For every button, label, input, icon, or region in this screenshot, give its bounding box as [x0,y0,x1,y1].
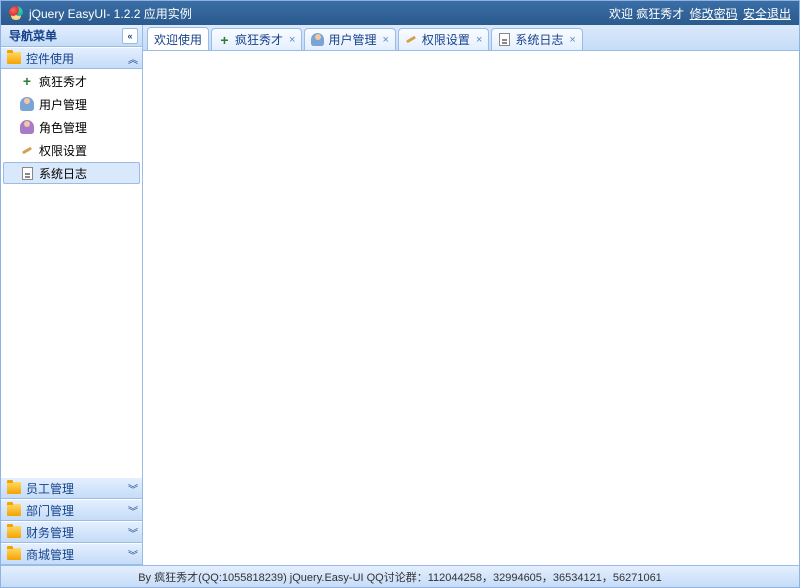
header-bar: jQuery EasyUI- 1.2.2 应用实例 欢迎 疯狂秀才 修改密码 安… [1,1,799,25]
accordion: 控件使用 ︽ + 疯狂秀才 用户管理 角色管理 [1,47,142,565]
menu-item-permission[interactable]: 权限设置 [3,139,140,161]
user-icon [20,97,34,111]
tab-label: 用户管理 [328,31,376,48]
menu-item-label: 权限设置 [39,142,87,159]
document-icon [20,166,34,180]
footer-text: By 疯狂秀才(QQ:1055818239) jQuery.Easy-UI QQ… [138,569,662,585]
tab-welcome[interactable]: 欢迎使用 [147,27,209,50]
accordion-header-mall[interactable]: 商城管理 ︾ [1,543,142,565]
menu-item-user[interactable]: 用户管理 [3,93,140,115]
sidebar-header: 导航菜单 « [1,25,142,47]
accordion-label: 财务管理 [26,524,128,541]
tab-xiucai[interactable]: + 疯狂秀才 × [211,28,302,50]
accordion-label: 部门管理 [26,502,128,519]
app-title: jQuery EasyUI- 1.2.2 应用实例 [29,5,609,22]
sidebar: 导航菜单 « 控件使用 ︽ + 疯狂秀才 用户管理 [1,25,143,565]
menu-item-xiucai[interactable]: + 疯狂秀才 [3,70,140,92]
welcome-text: 欢迎 疯狂秀才 [609,7,684,21]
user-icon [311,33,324,46]
change-password-link[interactable]: 修改密码 [690,7,738,21]
tab-label: 欢迎使用 [154,31,202,48]
tab-user[interactable]: 用户管理 × [304,28,395,50]
menu-item-label: 疯狂秀才 [39,73,87,90]
tab-label: 系统日志 [515,31,563,48]
safe-exit-link[interactable]: 安全退出 [743,7,791,21]
folder-icon [7,526,21,538]
close-icon[interactable]: × [476,34,482,46]
menu-item-label: 系统日志 [39,165,87,182]
folder-icon [7,482,21,494]
chevron-down-icon: ︾ [128,481,138,496]
menu-item-label: 角色管理 [39,119,87,136]
tab-content [143,51,799,565]
close-icon[interactable]: × [289,34,295,46]
close-icon[interactable]: × [382,34,388,46]
footer-bar: By 疯狂秀才(QQ:1055818239) jQuery.Easy-UI QQ… [1,565,799,587]
chevron-down-icon: ︾ [128,547,138,562]
body: 导航菜单 « 控件使用 ︽ + 疯狂秀才 用户管理 [1,25,799,565]
accordion-label: 商城管理 [26,546,128,563]
accordion-label: 控件使用 [26,50,128,67]
main-area: 欢迎使用 + 疯狂秀才 × 用户管理 × 权限设置 × [143,25,799,565]
wrench-icon [20,143,34,157]
chevron-up-icon: ︽ [128,51,138,66]
sidebar-collapse-button[interactable]: « [122,28,138,44]
folder-icon [7,52,21,64]
menu-item-syslog[interactable]: 系统日志 [3,162,140,184]
tabs-bar: 欢迎使用 + 疯狂秀才 × 用户管理 × 权限设置 × [143,25,799,51]
chevron-down-icon: ︾ [128,503,138,518]
accordion-label: 员工管理 [26,480,128,497]
document-icon [498,33,511,46]
menu-item-label: 用户管理 [39,96,87,113]
chevron-down-icon: ︾ [128,525,138,540]
menu-item-role[interactable]: 角色管理 [3,116,140,138]
accordion-header-controls[interactable]: 控件使用 ︽ [1,47,142,69]
app-window: jQuery EasyUI- 1.2.2 应用实例 欢迎 疯狂秀才 修改密码 安… [0,0,800,588]
accordion-header-employee[interactable]: 员工管理 ︾ [1,477,142,499]
accordion-header-department[interactable]: 部门管理 ︾ [1,499,142,521]
close-icon[interactable]: × [569,34,575,46]
tab-permission[interactable]: 权限设置 × [398,28,489,50]
add-icon: + [218,33,231,46]
folder-icon [7,548,21,560]
accordion-header-finance[interactable]: 财务管理 ︾ [1,521,142,543]
header-right: 欢迎 疯狂秀才 修改密码 安全退出 [609,5,791,22]
wrench-icon [405,33,418,46]
app-logo-icon [9,6,23,20]
tab-syslog[interactable]: 系统日志 × [491,28,582,50]
folder-icon [7,504,21,516]
sidebar-title: 导航菜单 [9,27,122,44]
tab-label: 权限设置 [422,31,470,48]
accordion-body-controls: + 疯狂秀才 用户管理 角色管理 权限设置 [1,69,142,477]
tab-label: 疯狂秀才 [235,31,283,48]
add-icon: + [20,74,34,88]
role-icon [20,120,34,134]
